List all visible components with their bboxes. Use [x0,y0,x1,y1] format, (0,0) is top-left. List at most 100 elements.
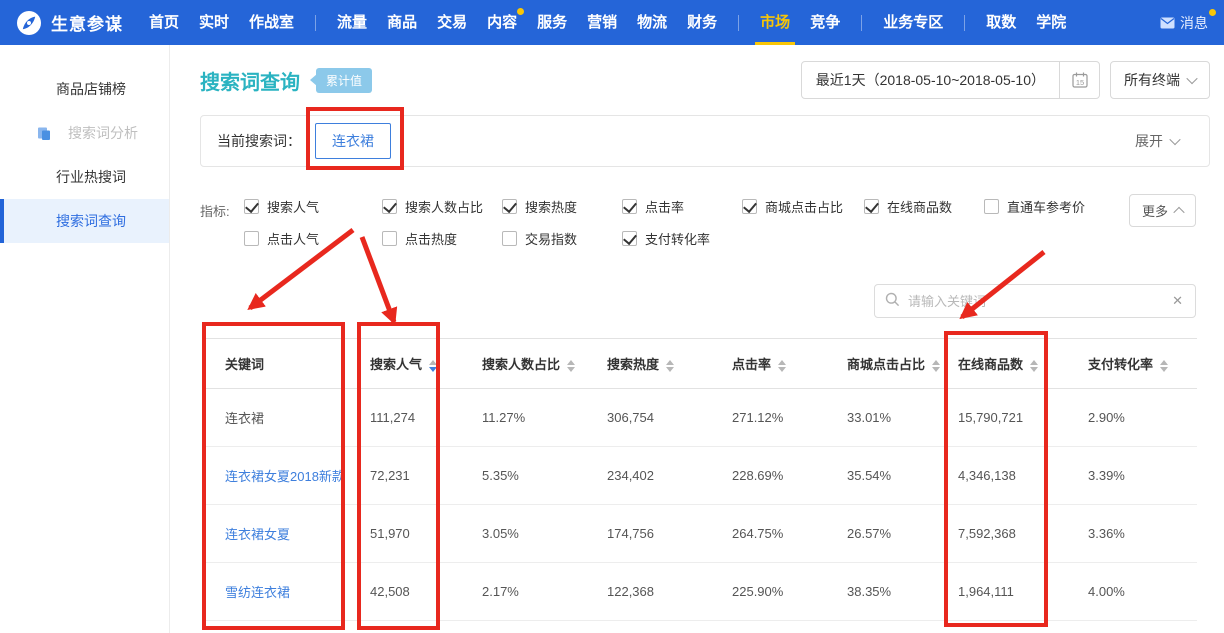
checkbox-checked[interactable] [622,231,637,246]
nav-item-traffic[interactable]: 流量 [337,0,367,45]
column-header-5[interactable]: 商城点击占比 [833,339,944,389]
sort-desc-icon [666,367,674,372]
compass-logo-icon [16,10,42,36]
value-cell: 3.05% [468,505,593,563]
sort-icon[interactable] [778,360,786,372]
svg-text:15: 15 [1075,78,1083,87]
metrics-bar: 指标: 搜索人气搜索人数占比搜索热度点击率商城点击占比在线商品数直通车参考价点击… [200,197,1210,248]
column-header-6[interactable]: 在线商品数 [944,339,1074,389]
column-header-2[interactable]: 搜索人数占比 [468,339,593,389]
sidebar-item-industry-hot-words[interactable]: 行业热搜词 [0,155,169,199]
column-header-label: 支付转化率 [1088,357,1153,372]
nav-divider [738,15,739,31]
sidebar-item-label: 搜索词查询 [56,211,126,231]
nav-item-home[interactable]: 首页 [149,0,179,45]
date-range-picker[interactable]: 最近1天（2018-05-10~2018-05-10） 15 [801,61,1100,99]
expand-label: 展开 [1135,131,1163,151]
checkbox-checked[interactable] [244,199,259,214]
keyword-cell[interactable]: 连衣裙女夏 [203,505,356,563]
current-word-tag[interactable]: 连衣裙 [315,123,391,159]
nav-item-war-room[interactable]: 作战室 [249,0,294,45]
metric-checkbox-item[interactable]: 点击率 [622,197,742,216]
nav-item-data-extract[interactable]: 取数 [986,0,1016,45]
metric-label: 商城点击占比 [765,197,843,216]
sort-icon[interactable] [666,360,674,372]
expand-button[interactable]: 展开 [1135,131,1179,151]
value-cell: 2.17% [468,563,593,621]
checkbox-unchecked[interactable] [984,199,999,214]
keyword-cell[interactable]: 冷淡风连衣裙 极简 [203,621,356,633]
column-header-label: 搜索人数占比 [482,357,560,372]
sort-icon[interactable] [1160,360,1168,372]
metric-checkbox-item[interactable]: 搜索人气 [244,197,382,216]
metric-checkbox-item[interactable]: 交易指数 [502,229,622,248]
checkbox-checked[interactable] [382,199,397,214]
nav-item-service[interactable]: 服务 [537,0,567,45]
sidebar-item-product-shop-rank[interactable]: 商品店铺榜 [0,67,169,111]
checkbox-checked[interactable] [742,199,757,214]
sort-asc-icon [778,360,786,365]
calendar-icon[interactable]: 15 [1059,62,1099,98]
metrics-grid: 搜索人气搜索人数占比 搜索热度 点击率 商城点击占比 在线商品数直通车参考价点击人气点击… [244,197,1134,248]
column-header-3[interactable]: 搜索热度 [593,339,718,389]
brand[interactable]: 生意参谋 [16,10,123,36]
column-header-1[interactable]: 搜索人气 [356,339,468,389]
nav-item-logistics[interactable]: 物流 [637,0,667,45]
checkbox-checked[interactable] [864,199,879,214]
sort-icon[interactable] [1030,360,1038,372]
value-cell: 271.12% [718,389,833,447]
more-button[interactable]: 更多 [1129,194,1196,227]
sort-desc-icon [1160,367,1168,372]
terminal-filter-dropdown[interactable]: 所有终端 [1110,61,1210,99]
nav-item-market[interactable]: 市场 [760,0,790,45]
checkbox-checked[interactable] [622,199,637,214]
sidebar-item-search-word-query[interactable]: 搜索词查询 [0,199,169,243]
metric-checkbox-item[interactable]: 在线商品数 [864,197,984,216]
sort-icon[interactable] [932,360,940,372]
search-input[interactable] [908,294,1170,309]
column-header-label: 在线商品数 [958,357,1023,372]
terminal-filter-label: 所有终端 [1124,70,1180,90]
nav-item-trade[interactable]: 交易 [437,0,467,45]
column-header-4[interactable]: 点击率 [718,339,833,389]
value-cell: 36,555 [356,621,468,633]
metric-checkbox-item[interactable]: 支付转化率 [622,229,742,248]
keyword-cell[interactable]: 连衣裙女夏2018新款 [203,447,356,505]
metric-checkbox-item[interactable]: 直通车参考价 [984,197,1134,216]
metric-checkbox-item[interactable]: 搜索人数占比 [382,197,502,216]
keyword-cell[interactable]: 雪纺连衣裙 [203,563,356,621]
value-cell: 264.75% [718,505,833,563]
sidebar-item-label: 行业热搜词 [56,167,126,187]
notification-dot [1209,9,1216,16]
nav-divider [861,15,862,31]
checkbox-unchecked[interactable] [382,231,397,246]
page-title: 搜索词查询 [200,66,300,95]
nav-item-competition[interactable]: 竞争 [810,0,840,45]
value-cell: 122,368 [593,563,718,621]
nav-item-content[interactable]: 内容 [487,0,517,45]
nav-item-realtime[interactable]: 实时 [199,0,229,45]
checkbox-checked[interactable] [502,199,517,214]
nav-item-goods[interactable]: 商品 [387,0,417,45]
nav-item-academy[interactable]: 学院 [1036,0,1066,45]
nav-message[interactable]: 消息 [1160,13,1208,33]
nav-item-finance[interactable]: 财务 [687,0,717,45]
column-header-7[interactable]: 支付转化率 [1074,339,1197,389]
nav-item-business-zone[interactable]: 业务专区 [883,0,943,45]
value-cell: 7,592,368 [944,505,1074,563]
value-cell: 4,346,138 [944,447,1074,505]
metric-checkbox-item[interactable]: 点击人气 [244,229,382,248]
metric-checkbox-item[interactable]: 搜索热度 [502,197,622,216]
value-cell: 35.54% [833,447,944,505]
sort-icon[interactable] [429,360,437,372]
checkbox-unchecked[interactable] [502,231,517,246]
sort-icon[interactable] [567,360,575,372]
metric-checkbox-item[interactable]: 商城点击占比 [742,197,864,216]
clear-icon[interactable]: ✕ [1170,293,1185,309]
nav-item-marketing[interactable]: 营销 [587,0,617,45]
checkbox-unchecked[interactable] [244,231,259,246]
value-cell: 84,142 [593,621,718,633]
metric-checkbox-item[interactable]: 点击热度 [382,229,502,248]
sort-desc-icon [932,367,940,372]
metric-label: 搜索热度 [525,197,577,216]
